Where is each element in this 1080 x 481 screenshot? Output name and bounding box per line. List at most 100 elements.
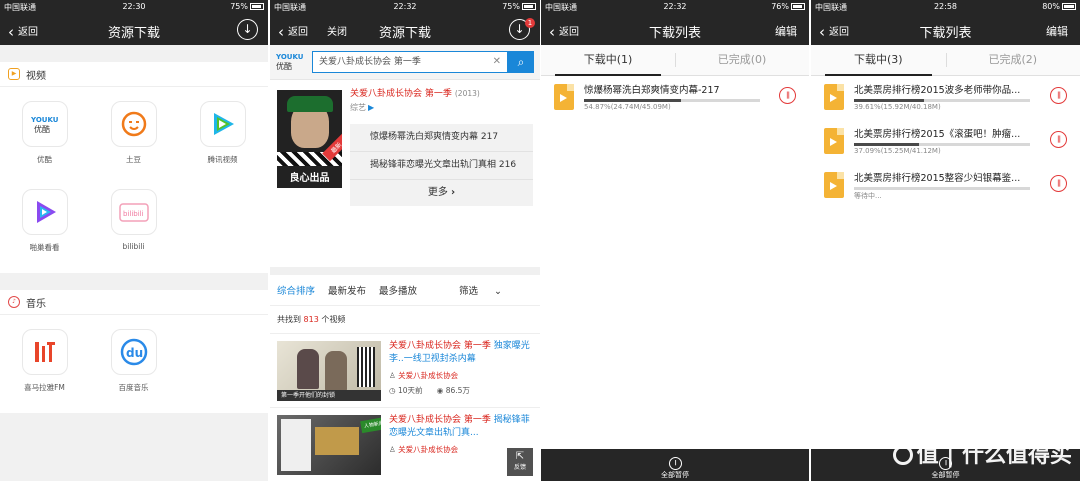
- app-kankan[interactable]: 啪巢看看: [0, 175, 89, 263]
- chevron-down-icon: ⌄: [494, 286, 502, 297]
- video-author: ♙ 关爱八卦成长协会: [389, 371, 459, 380]
- edit-button[interactable]: 编辑: [1046, 23, 1068, 39]
- feedback-button[interactable]: ⇱ 反馈: [507, 448, 533, 476]
- clock: 22:30: [122, 2, 146, 11]
- bilibili-logo-icon: bilibili: [110, 189, 157, 235]
- video-section: ▶ 视频 YOUKU 优酷 优酷 土豆 腾讯视频 啪巢看看 bilibili b…: [0, 62, 268, 273]
- app-label: 土豆: [126, 155, 141, 164]
- search-icon: ⌕: [517, 55, 525, 69]
- progress-bar: [854, 187, 1030, 190]
- edit-button[interactable]: 编辑: [775, 23, 797, 39]
- screen-youku-search: 中国联通 22:32 75% ‹ 返回 关闭 资源下载 ↓ 1 YOUKU 优酷 关…: [270, 0, 540, 481]
- video-title: 关爱八卦成长协会 第一季 独家曝光李..一线卫视封杀内幕: [389, 341, 530, 364]
- battery-icon: [250, 3, 264, 10]
- nav-bar: ‹ 返回 关闭 资源下载 ↓ 1: [270, 14, 540, 45]
- play-icon: ▶: [8, 68, 20, 80]
- tab-completed[interactable]: 已完成(2): [945, 45, 1080, 75]
- clear-icon[interactable]: ✕: [493, 52, 501, 72]
- smzdm-logo-icon: [892, 445, 913, 465]
- download-info: 54.87%(24.74M/45.09M): [584, 103, 671, 111]
- poster-text: 良心出品: [289, 173, 330, 184]
- tudou-logo-icon: [110, 101, 157, 147]
- video-file-icon: [824, 172, 844, 198]
- show-title[interactable]: 关爱八卦成长协会 第一季 (2013): [350, 86, 480, 99]
- more-button[interactable]: 更多 ›: [350, 180, 533, 206]
- episode-item[interactable]: 惊爆杨幂洗白郑爽情变内幕 217: [350, 124, 533, 152]
- nav-bar: ‹ 返回 资源下载 ↓: [0, 14, 268, 45]
- app-youku[interactable]: YOUKU 优酷 优酷: [0, 87, 89, 175]
- download-item[interactable]: 北美票房排行榜2015波多老师带你品... 39.61%(15.92M/40.1…: [811, 76, 1080, 120]
- notification-badge: 1: [525, 18, 535, 28]
- video-item[interactable]: 人物新闻 关爱八卦成长协会 第一季 揭秘锋菲恋曝光文章出轨门真... ♙ 关爱八…: [270, 407, 540, 481]
- clock-icon: ◷: [389, 386, 396, 395]
- filter-button[interactable]: 筛选 ⌄: [459, 283, 515, 297]
- tab-completed[interactable]: 已完成(0): [675, 45, 809, 75]
- nav-bar: ‹ 返回 下载列表 编辑: [811, 14, 1080, 45]
- show-poster[interactable]: 最新 良心出品: [277, 90, 342, 188]
- pause-button[interactable]: ||: [779, 87, 796, 104]
- baidu-music-logo-icon: du: [110, 329, 157, 375]
- pause-all-button: 全部暂停: [661, 471, 689, 479]
- app-label: 啪巢看看: [29, 243, 60, 252]
- pause-button[interactable]: ||: [1050, 131, 1067, 148]
- app-bilibili[interactable]: bilibili bilibili: [89, 175, 178, 263]
- sort-newest[interactable]: 最新发布: [328, 283, 366, 297]
- sort-comprehensive[interactable]: 综合排序: [277, 283, 315, 297]
- result-count: 共找到 813 个视频: [270, 305, 540, 333]
- download-name: 惊爆杨幂洗白郑爽情变内幕-217: [584, 85, 720, 96]
- download-name: 北美票房排行榜2015《滚蛋吧！肿瘤...: [854, 129, 1021, 140]
- download-item[interactable]: 惊爆杨幂洗白郑爽情变内幕-217 54.87%(24.74M/45.09M) |…: [541, 76, 809, 120]
- tab-downloading[interactable]: 下载中(3): [811, 45, 946, 76]
- section-title: 音乐: [26, 298, 46, 310]
- download-item[interactable]: 北美票房排行榜2015整容少妇银幕鉴... 等待中... ||: [811, 164, 1080, 208]
- svg-text:bilibili: bilibili: [123, 210, 144, 218]
- play-icon: ▶: [368, 103, 375, 112]
- ximalaya-logo-icon: [21, 329, 68, 375]
- video-thumbnail: 人物新闻: [277, 415, 381, 475]
- user-icon: ♙: [389, 445, 396, 454]
- section-header: ▶ 视频: [0, 62, 268, 87]
- app-ximalaya[interactable]: 喜马拉雅FM: [0, 315, 89, 403]
- download-info: 37.09%(15.25M/41.12M): [854, 147, 941, 155]
- sort-bar: 综合排序 最新发布 最多播放 筛选 ⌄: [270, 267, 540, 305]
- share-icon: ⇱: [515, 451, 525, 462]
- section-header: ♪ 音乐: [0, 290, 268, 315]
- pause-button[interactable]: ||: [1050, 87, 1067, 104]
- episode-item[interactable]: 揭秘锋菲恋曝光文章出轨门真相 216: [350, 152, 533, 180]
- download-info: 等待中...: [854, 192, 882, 200]
- music-section: ♪ 音乐 喜马拉雅FM du 百度音乐: [0, 290, 268, 413]
- clock: 22:58: [933, 2, 958, 11]
- tab-downloading[interactable]: 下载中(1): [541, 45, 675, 76]
- page-title: 下载列表: [648, 26, 701, 41]
- search-input[interactable]: 关爱八卦成长协会 第一季 ✕: [312, 51, 508, 73]
- screen-download-list-2: 中国联通 22:58 80% ‹ 返回 下载列表 编辑 下载中(3) 已完成(2)…: [811, 0, 1080, 481]
- search-button[interactable]: ⌕: [508, 51, 534, 73]
- app-label: 百度音乐: [118, 383, 149, 392]
- app-tencent-video[interactable]: 腾讯视频: [178, 87, 267, 175]
- battery-icon: [1062, 3, 1076, 10]
- download-icon[interactable]: ↓: [237, 19, 258, 40]
- section-title: 视频: [26, 70, 46, 82]
- download-item[interactable]: 北美票房排行榜2015《滚蛋吧！肿瘤... 37.09%(15.25M/41.1…: [811, 120, 1080, 164]
- video-file-icon: [824, 128, 844, 154]
- play-count-icon: ◉: [436, 386, 444, 395]
- app-label: 喜马拉雅FM: [24, 383, 65, 392]
- progress-bar: [854, 143, 1030, 146]
- tencent-video-logo-icon: [199, 101, 246, 147]
- screen-resource-download: 中国联通 22:30 75% ‹ 返回 资源下载 ↓ ▶ 视频 YOUKU 优酷 优…: [0, 0, 268, 481]
- bottom-bar[interactable]: || 全部暂停: [541, 449, 809, 481]
- video-file-icon: [824, 84, 844, 110]
- video-author: ♙ 关爱八卦成长协会: [389, 445, 459, 454]
- progress-bar: [854, 99, 1030, 102]
- pause-button[interactable]: ||: [1050, 175, 1067, 192]
- app-tudou[interactable]: 土豆: [89, 87, 178, 175]
- page-title: 下载列表: [919, 26, 972, 41]
- sort-most-played[interactable]: 最多播放: [379, 283, 417, 297]
- video-item[interactable]: 第一季开他们的封锁 关爱八卦成长协会 第一季 独家曝光李..一线卫视封杀内幕 ♙…: [270, 333, 540, 407]
- status-bar: 中国联通 22:32 76%: [541, 0, 809, 14]
- pause-icon: ||: [1056, 91, 1061, 99]
- status-bar: 中国联通 22:30 75%: [0, 0, 268, 14]
- app-baidu-music[interactable]: du 百度音乐: [89, 315, 178, 403]
- video-stats: ◷ 10天前 ◉ 86.5万: [389, 386, 470, 395]
- show-type: 综艺 ▶: [350, 103, 375, 112]
